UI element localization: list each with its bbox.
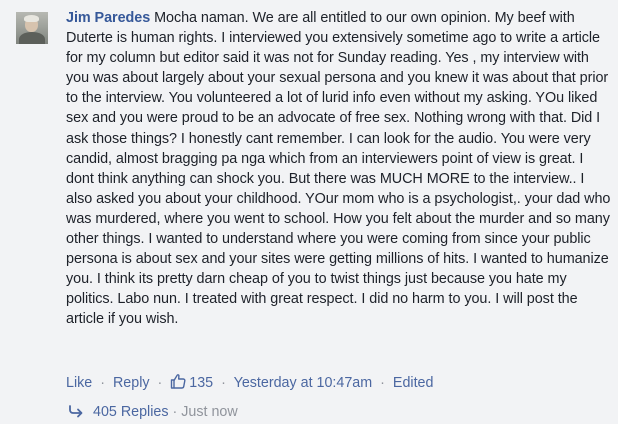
- author-name[interactable]: Jim Paredes: [66, 10, 150, 26]
- comment: Jim Paredes Mocha naman. We are all enti…: [0, 0, 618, 424]
- avatar-hair: [24, 15, 39, 22]
- comment-body: Jim Paredes Mocha naman. We are all enti…: [66, 8, 611, 330]
- comment-actions: Like · Reply · 135 · Yesterday at 10:47a…: [66, 373, 433, 392]
- reply-time: Just now: [181, 404, 238, 420]
- like-count-value: 135: [189, 375, 214, 391]
- separator: ·: [172, 404, 178, 420]
- thumbs-up-icon: [171, 374, 186, 389]
- separator: ·: [100, 375, 105, 391]
- edited-label[interactable]: Edited: [393, 375, 434, 391]
- avatar[interactable]: [16, 12, 48, 44]
- comment-timestamp[interactable]: Yesterday at 10:47am: [234, 375, 373, 391]
- view-replies-link[interactable]: 405 Replies: [93, 404, 169, 420]
- replies-row: 405 Replies · Just now: [68, 403, 238, 421]
- comment-text: Mocha naman. We are all entitled to our …: [66, 10, 611, 328]
- reply-button[interactable]: Reply: [113, 375, 150, 391]
- avatar-shoulders: [19, 32, 45, 44]
- reply-arrow-icon: [69, 405, 83, 418]
- like-button[interactable]: Like: [66, 375, 92, 391]
- separator: ·: [221, 375, 226, 391]
- separator: ·: [380, 375, 385, 391]
- separator: ·: [157, 375, 163, 391]
- like-count[interactable]: 135: [170, 374, 217, 391]
